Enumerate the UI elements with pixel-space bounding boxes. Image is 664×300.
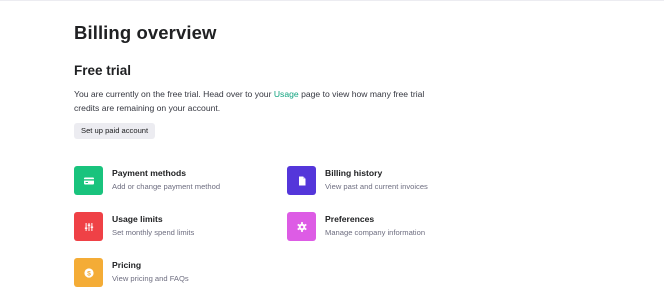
payment-methods-icon-box (74, 166, 103, 195)
usage-limits-icon-box (74, 212, 103, 241)
pricing-card[interactable]: $ Pricing View pricing and FAQs (74, 258, 294, 288)
payment-methods-title: Payment methods (112, 168, 187, 178)
billing-history-card[interactable]: Billing history View past and current in… (287, 166, 507, 196)
gear-icon (296, 221, 307, 232)
free-trial-description: You are currently on the free trial. Hea… (74, 88, 434, 115)
usage-limits-subtitle: Set monthly spend limits (112, 228, 195, 237)
payment-methods-card[interactable]: Payment methods Add or change payment me… (74, 166, 294, 196)
svg-text:$: $ (87, 270, 91, 277)
pricing-subtitle: View pricing and FAQs (112, 274, 189, 283)
pricing-title: Pricing (112, 260, 142, 270)
document-icon (298, 176, 305, 185)
page-title: Billing overview (74, 22, 217, 43)
credit-card-icon (83, 177, 94, 184)
payment-methods-subtitle: Add or change payment method (112, 182, 221, 191)
billing-history-icon-box (287, 166, 316, 195)
free-trial-heading: Free trial (74, 63, 132, 78)
preferences-subtitle: Manage company information (325, 228, 426, 237)
set-up-paid-account-button[interactable]: Set up paid account (74, 123, 156, 139)
dollar-coin-icon: $ (83, 267, 94, 278)
top-divider (0, 0, 664, 1)
preferences-icon-box (287, 212, 316, 241)
billing-history-subtitle: View past and current invoices (325, 182, 428, 191)
free-trial-text-start: You are currently on the free trial. Hea… (74, 89, 274, 99)
pricing-icon-box: $ (74, 258, 103, 287)
preferences-card[interactable]: Preferences Manage company information (287, 212, 507, 242)
billing-history-title: Billing history (325, 168, 383, 178)
usage-link[interactable]: Usage (274, 89, 299, 99)
usage-limits-title: Usage limits (112, 214, 163, 224)
preferences-title: Preferences (325, 214, 375, 224)
sliders-icon (84, 222, 93, 231)
usage-limits-card[interactable]: Usage limits Set monthly spend limits (74, 212, 294, 242)
